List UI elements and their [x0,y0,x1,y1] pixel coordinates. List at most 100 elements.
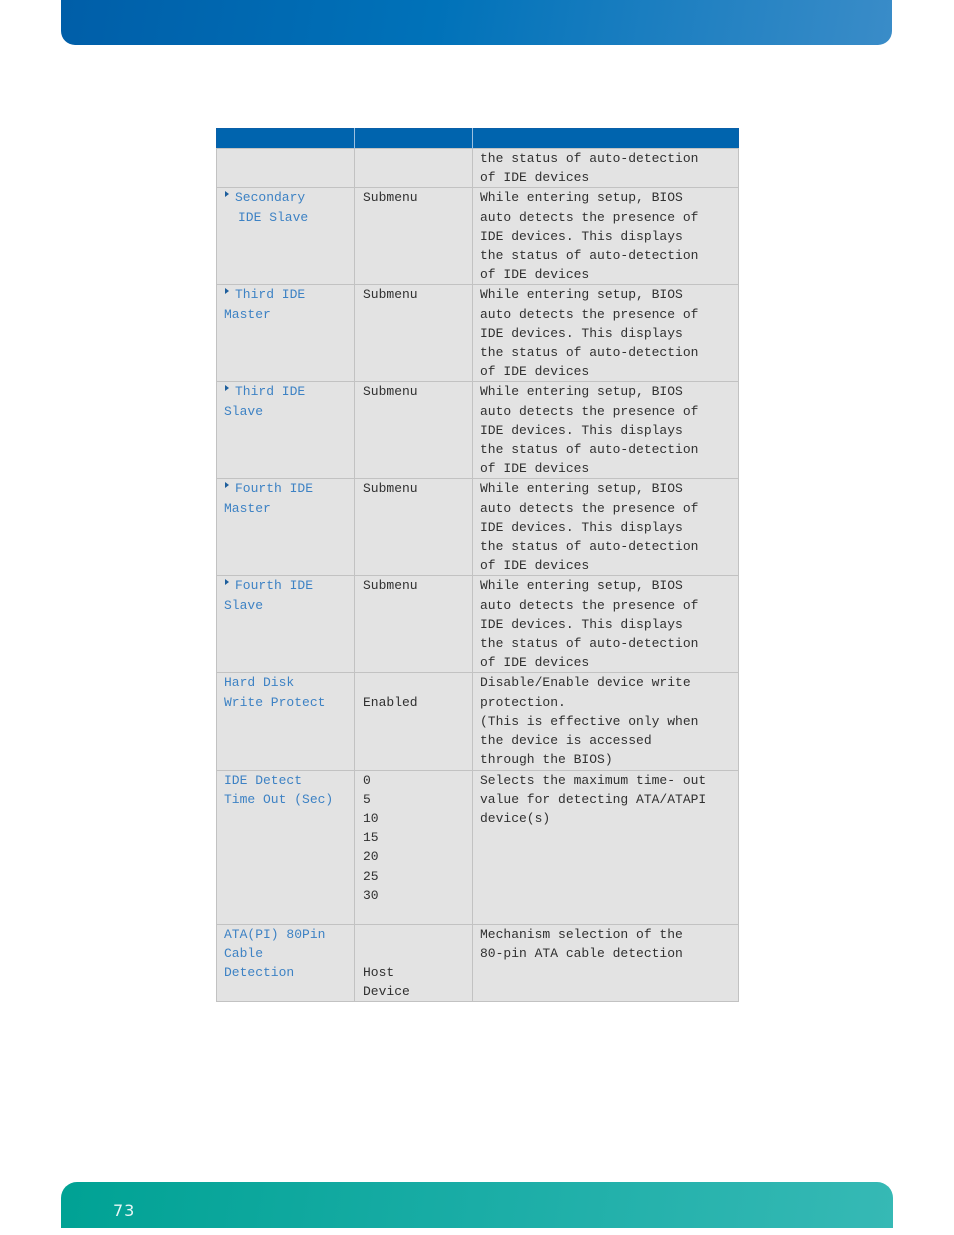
option-name-text: IDE Slave [238,209,309,225]
option-name-cell: Secondary IDE Slave [216,187,355,286]
option-description-cell: While entering setup, BIOS auto detects … [472,381,739,480]
option-name-line: Fourth IDE [221,479,354,498]
submenu-arrow-icon [225,385,229,392]
table-row: the status of auto-detection of IDE devi… [216,147,739,189]
option-name-line: Detection [224,963,354,982]
option-name-line: Master [224,499,354,518]
option-name-cell [216,147,355,189]
page-number: 73 [113,1201,136,1220]
option-name-cell: ATA(PI) 80Pin Cable Detection [216,923,355,1003]
option-name-text: Master [224,500,271,516]
option-name-line: Slave [224,596,354,615]
option-name-line: Slave [224,402,354,421]
option-value: 10 [363,810,379,826]
option-name-text: Detection [224,964,295,980]
option-name-cell: Third IDE Slave [216,381,355,480]
option-name-text: Fourth IDE [235,481,314,497]
header-cell-option [216,128,355,149]
option-value-cell: Host Device [354,923,473,1003]
option-name-text: Hard Disk [224,675,295,691]
option-value: 30 [363,887,379,903]
option-name-cell: Hard Disk Write Protect [216,672,355,771]
option-value-cell: Submenu [354,284,473,383]
option-name-text: Cable [224,945,264,961]
option-name-line: Write Protect [224,693,354,712]
option-value: 25 [363,868,379,884]
option-name-text: Fourth IDE [235,578,314,594]
table-row: Third IDE Slave Submenu While entering setu… [216,381,739,480]
table-row: Hard Disk Write Protect Enabled Disable/En… [216,672,739,771]
option-value [363,944,472,963]
option-name-text: IDE Detect [224,772,303,788]
table-row: IDE Detect Time Out (Sec) 0 5 10 15 20 25 30 Sele… [216,769,739,925]
option-value: 5 [363,791,371,807]
option-name-line: ATA(PI) 80Pin [224,925,354,944]
header-cell-description [472,128,739,149]
option-name-line: IDE Slave [224,208,354,227]
table-row: Third IDE Master Submenu While entering set… [216,284,739,383]
submenu-arrow-icon [225,482,229,489]
option-name-text: Secondary [235,190,306,206]
option-value-cell: Submenu [354,187,473,286]
option-value: Submenu [363,287,418,303]
option-name-line: Cable [224,944,354,963]
option-name-text: Slave [224,597,264,613]
option-name-line: Third IDE [221,382,354,401]
option-value: 20 [363,849,379,865]
option-value-cell: Submenu [354,575,473,674]
option-name-cell: Fourth IDE Slave [216,575,355,674]
option-value [363,673,472,692]
option-name-text: Write Protect [224,694,326,710]
option-name-text: Slave [224,403,264,419]
option-description-cell: Selects the maximum time- out value for … [472,769,739,925]
table-row: ATA(PI) 80Pin Cable Detection Host Device Me… [216,923,739,1003]
option-name-line: Time Out (Sec) [224,790,354,809]
bios-settings-table: the status of auto-detection of IDE devi… [216,128,739,1003]
option-name-cell: IDE Detect Time Out (Sec) [216,769,355,925]
option-description-cell: Disable/Enable device write protection. … [472,672,739,771]
option-value: 0 [363,772,371,788]
submenu-arrow-icon [225,579,229,586]
option-value: Submenu [363,384,418,400]
submenu-arrow-icon [225,288,229,295]
table-row: Secondary IDE Slave Submenu While entering … [216,187,739,286]
option-name-cell: Fourth IDE Master [216,478,355,577]
option-description-cell: While entering setup, BIOS auto detects … [472,187,739,286]
option-description-cell: the status of auto-detection of IDE devi… [472,147,739,189]
option-name-line: Secondary [221,188,354,207]
option-description-cell: While entering setup, BIOS auto detects … [472,575,739,674]
option-value [363,925,472,944]
option-value-cell: 0 5 10 15 20 25 30 [354,769,473,925]
option-value: Submenu [363,481,418,497]
option-name-line: Fourth IDE [221,576,354,595]
footer-band: 73 [61,1182,893,1228]
option-name-line: Master [224,305,354,324]
option-name-text: Third IDE [235,384,306,400]
option-value: Enabled [363,694,418,710]
header-cell-value [354,128,473,149]
option-value-cell: Submenu [354,381,473,480]
option-name-line: IDE Detect [224,771,354,790]
option-description-cell: While entering setup, BIOS auto detects … [472,284,739,383]
table-header-row [216,128,739,149]
option-value-cell [354,147,473,189]
option-name-text: Third IDE [235,287,306,303]
option-value: Host [363,964,395,980]
table-row: Fourth IDE Master Submenu While entering se… [216,478,739,577]
option-name-line: Third IDE [221,285,354,304]
option-name-text: Time Out (Sec) [224,791,334,807]
option-value: 15 [363,830,379,846]
option-value-cell: Enabled [354,672,473,771]
option-name-text: ATA(PI) 80Pin [224,926,326,942]
option-value: Submenu [363,578,418,594]
header-band [61,0,892,45]
option-name-text: Master [224,306,271,322]
option-value: Submenu [363,190,418,206]
table-row: Fourth IDE Slave Submenu While entering set… [216,575,739,674]
option-name-cell: Third IDE Master [216,284,355,383]
submenu-arrow-icon [225,191,229,198]
option-description-cell: Mechanism selection of the 80-pin ATA ca… [472,923,739,1003]
option-value: Device [363,984,410,1000]
option-description-cell: While entering setup, BIOS auto detects … [472,478,739,577]
option-name-line: Hard Disk [224,673,354,692]
